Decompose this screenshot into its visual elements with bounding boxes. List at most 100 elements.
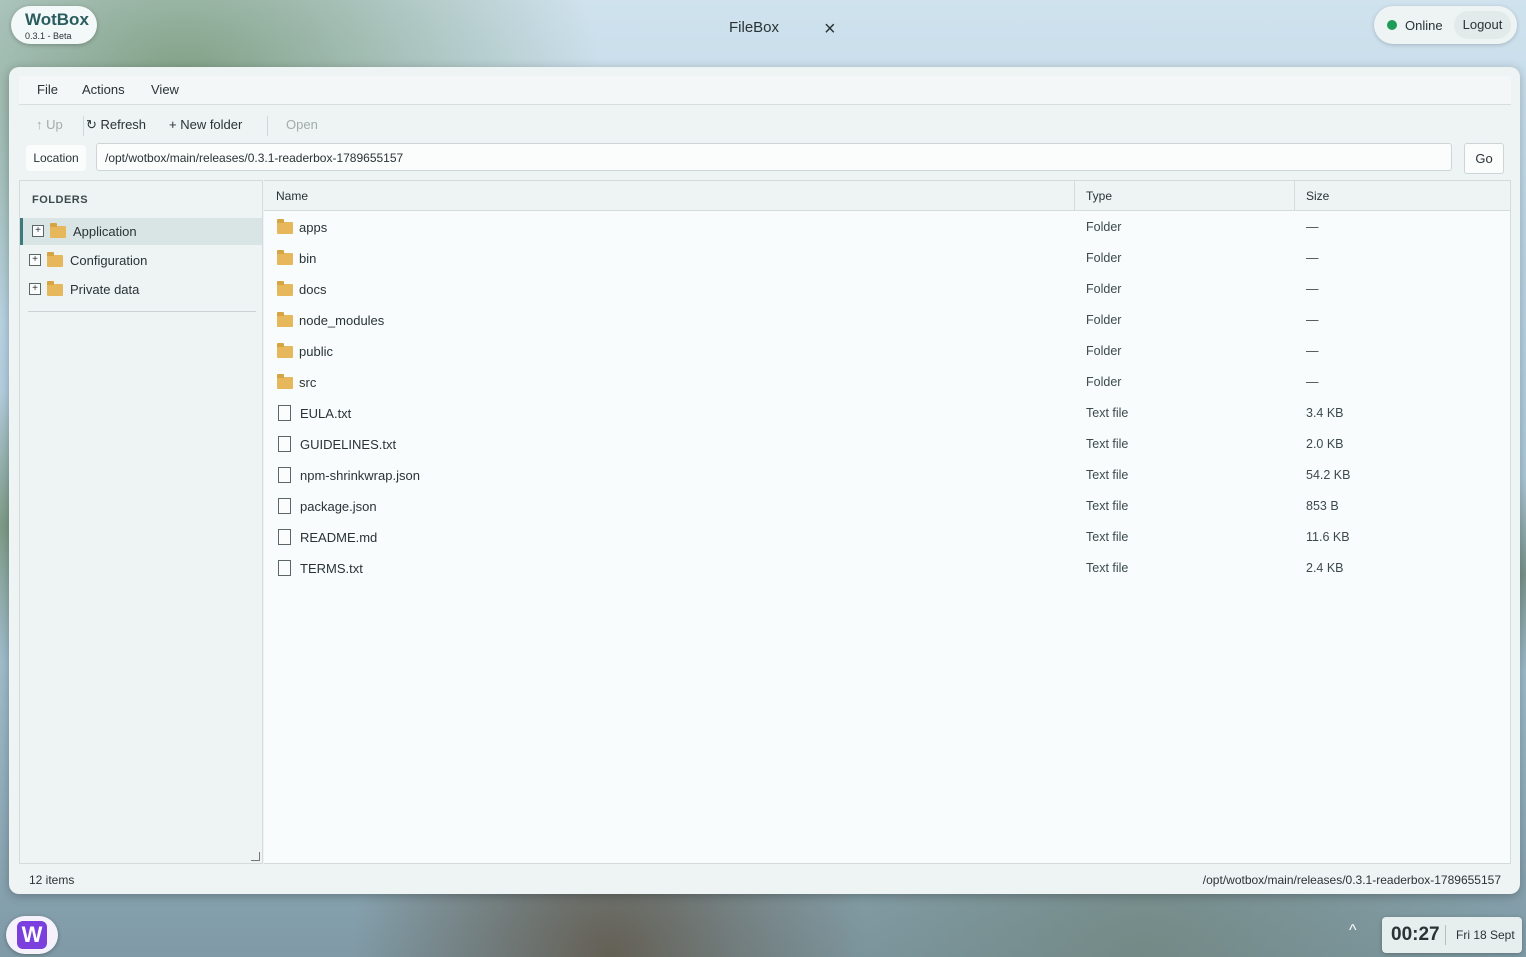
resize-grip-icon[interactable] [251, 852, 260, 861]
file-type: Text file [1086, 406, 1129, 420]
menu-bar: File Actions View [19, 76, 1511, 105]
up-button[interactable]: ↑ Up [36, 117, 63, 132]
file-list: Name Type Size apps Folder — bin Folder — docs… [264, 180, 1511, 864]
column-header-type[interactable]: Type [1086, 189, 1112, 203]
file-size: — [1306, 344, 1319, 358]
tray-expand-icon[interactable]: ^ [1349, 922, 1357, 940]
item-count: 12 items [29, 873, 75, 887]
file-name: docs [299, 282, 327, 297]
expand-icon[interactable]: + [29, 254, 41, 266]
expand-icon[interactable]: + [29, 283, 41, 295]
open-button[interactable]: Open [286, 117, 318, 132]
file-name: GUIDELINES.txt [300, 437, 397, 452]
file-icon [278, 467, 291, 483]
column-header-size[interactable]: Size [1306, 189, 1329, 203]
close-icon[interactable]: × [824, 18, 836, 40]
file-type: Text file [1086, 499, 1129, 513]
sidebar-divider [28, 311, 256, 312]
current-path: /opt/wotbox/main/releases/0.3.1-readerbo… [1202, 873, 1501, 887]
file-row[interactable]: TERMS.txt Text file 2.4 KB [264, 552, 1510, 583]
file-size: — [1306, 375, 1319, 389]
file-icon [278, 436, 291, 452]
file-type: Folder [1086, 313, 1122, 327]
file-row[interactable]: package.json Text file 853 B [264, 490, 1510, 521]
file-size: — [1306, 251, 1319, 265]
column-header-name[interactable]: Name [276, 189, 308, 203]
menu-file[interactable]: File [37, 82, 58, 97]
tree-item-private-data[interactable]: + Private data [20, 276, 262, 303]
folder-icon [50, 223, 66, 238]
go-button[interactable]: Go [1464, 143, 1504, 174]
logout-button[interactable]: Logout [1454, 11, 1511, 39]
window-title: FileBox [729, 19, 780, 36]
new-folder-button[interactable]: + New folder [169, 117, 242, 132]
file-size: 3.4 KB [1306, 406, 1344, 420]
file-size: — [1306, 282, 1319, 296]
refresh-button[interactable]: ↻ Refresh [86, 117, 146, 133]
file-icon [278, 498, 291, 514]
file-size: 11.6 KB [1306, 530, 1350, 544]
file-row[interactable]: docs Folder — [264, 273, 1510, 304]
wotbox-logo-icon: W [17, 921, 47, 949]
folders-heading: FOLDERS [32, 194, 89, 206]
file-name: EULA.txt [300, 406, 352, 421]
brand-name: WotBox [25, 10, 89, 29]
file-row[interactable]: apps Folder — [264, 211, 1510, 242]
menu-actions[interactable]: Actions [82, 82, 125, 97]
file-icon [278, 560, 291, 576]
toolbar-divider [83, 116, 84, 136]
file-type: Folder [1086, 375, 1122, 389]
file-row[interactable]: public Folder — [264, 335, 1510, 366]
toolbar: ↑ Up ↻ Refresh + New folder Open [19, 107, 1511, 139]
expand-icon[interactable]: + [32, 225, 44, 237]
folder-icon [277, 281, 293, 296]
file-name: src [299, 375, 317, 390]
tree-item-application[interactable]: + Application [20, 218, 262, 245]
file-name: node_modules [299, 313, 385, 328]
tree-item-label: Private data [70, 282, 140, 297]
column-divider[interactable] [1294, 181, 1295, 210]
file-size: — [1306, 220, 1319, 234]
file-row[interactable]: src Folder — [264, 366, 1510, 397]
tree-item-label: Application [73, 224, 137, 239]
file-name: bin [299, 251, 317, 266]
file-name: README.md [300, 530, 378, 545]
folder-icon [47, 281, 63, 296]
file-row[interactable]: node_modules Folder — [264, 304, 1510, 335]
location-input[interactable]: /opt/wotbox/main/releases/0.3.1-readerbo… [96, 143, 1452, 171]
file-list-header: Name Type Size [264, 181, 1510, 211]
column-divider[interactable] [1074, 181, 1075, 210]
folder-icon [277, 250, 293, 265]
file-name: npm-shrinkwrap.json [300, 468, 420, 483]
brand-version: 0.3.1 - Beta [25, 31, 72, 41]
file-type: Text file [1086, 468, 1129, 482]
clock-widget[interactable]: 00:27 Fri 18 Sept [1382, 917, 1522, 953]
folder-icon [277, 219, 293, 234]
folders-sidebar: FOLDERS + Application + Configuration + … [19, 180, 263, 864]
folder-icon [277, 374, 293, 389]
file-size: 853 B [1306, 499, 1339, 513]
tree-item-configuration[interactable]: + Configuration [20, 247, 262, 274]
toolbar-divider [267, 116, 268, 136]
file-row[interactable]: README.md Text file 11.6 KB [264, 521, 1510, 552]
status-bar: 12 items /opt/wotbox/main/releases/0.3.1… [19, 866, 1511, 892]
online-status-dot-icon [1387, 20, 1397, 30]
file-type: Folder [1086, 220, 1122, 234]
launcher-button[interactable]: W [6, 916, 58, 954]
file-type: Text file [1086, 530, 1129, 544]
file-row[interactable]: bin Folder — [264, 242, 1510, 273]
file-size: 54.2 KB [1306, 468, 1351, 482]
brand-badge: WotBox 0.3.1 - Beta [11, 6, 97, 44]
tree-item-label: Configuration [70, 253, 148, 268]
file-row[interactable]: npm-shrinkwrap.json Text file 54.2 KB [264, 459, 1510, 490]
clock-time: 00:27 [1391, 924, 1440, 945]
file-type: Text file [1086, 561, 1129, 575]
menu-view[interactable]: View [151, 82, 179, 97]
file-row[interactable]: EULA.txt Text file 3.4 KB [264, 397, 1510, 428]
folder-icon [47, 252, 63, 267]
file-type: Folder [1086, 344, 1122, 358]
file-name: package.json [300, 499, 377, 514]
online-status-label: Online [1405, 18, 1443, 33]
file-row[interactable]: GUIDELINES.txt Text file 2.0 KB [264, 428, 1510, 459]
file-size: — [1306, 313, 1319, 327]
